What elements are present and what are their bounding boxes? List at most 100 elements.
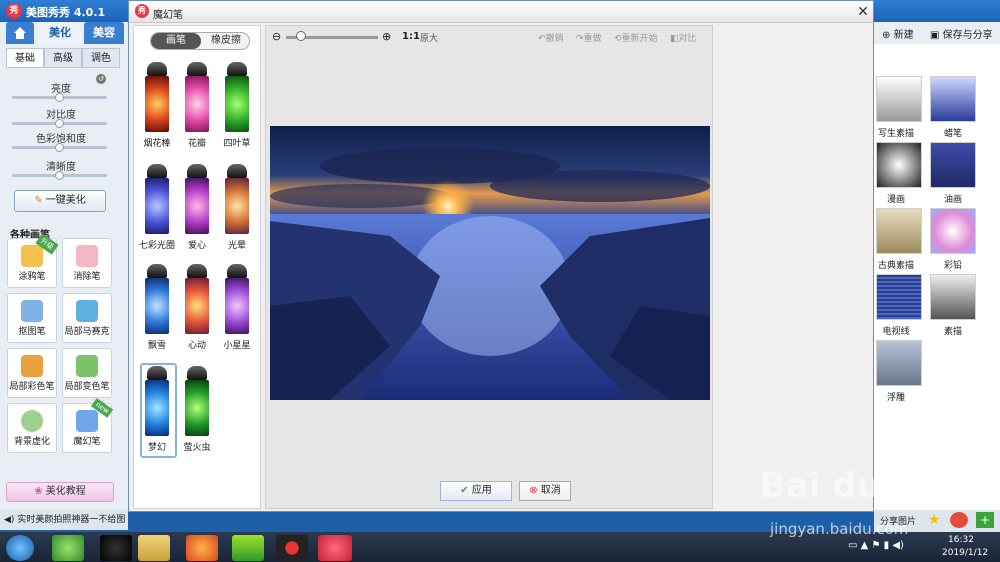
clock-time[interactable]: 16:32 [948,535,974,545]
effect-tv-lines[interactable] [876,274,922,320]
mode-brush-button[interactable]: 画笔 [151,33,201,49]
slider-contrast[interactable] [12,119,107,128]
mode-eraser-button[interactable]: 橡皮擦 [201,33,249,49]
brush-mosaic[interactable]: 局部马赛克 [62,293,112,343]
brush-magic[interactable]: 魔幻笔 new [62,398,114,453]
tab-beauty[interactable]: 美容 [84,22,124,44]
magic-pen-icon [76,410,98,432]
effect-classic-sketch[interactable] [876,208,922,254]
tab-beautify[interactable]: 美化 [38,22,82,44]
pen-cap [147,62,167,76]
firefox-icon[interactable] [186,535,218,561]
zoom-in-icon[interactable]: ⊕ [382,30,391,43]
folder-icon[interactable] [138,535,170,561]
pen-dream[interactable]: 梦幻 [138,366,176,453]
compare-button[interactable]: ◧对比 [670,31,697,44]
effect-comic[interactable] [876,142,922,188]
brush-label: 背景虚化 [13,437,50,447]
slider-sharpness[interactable] [12,171,107,180]
slider-brightness[interactable] [12,93,107,102]
effect-emboss[interactable] [876,340,922,386]
pen-snow[interactable]: 飘雪 [138,264,176,351]
effect-label: 电视线 [882,327,910,337]
tutorial-button[interactable]: ❀ 美化教程 [6,482,114,502]
effect-label: 漫画 [886,195,905,205]
pen-body [225,76,249,132]
star-icon[interactable]: ★ [928,512,941,528]
clock-date[interactable]: 2019/1/12 [942,548,988,558]
pen-petals[interactable]: 花瓣 [178,62,216,149]
slider-knob[interactable] [55,171,64,180]
baidu-watermark: Bai du 经验 [760,466,961,506]
pen-rainbow-halo[interactable]: 七彩光圈 [138,164,176,251]
effect-colored-pencil[interactable] [930,208,976,254]
new-button[interactable]: ⊕ 新建 [882,26,914,41]
subtab-color[interactable]: 调色 [82,48,120,68]
pen-cap [227,164,247,178]
apply-button[interactable]: ✔ 应用 [440,481,512,501]
effect-sketch[interactable] [876,76,922,122]
effect-crayon[interactable] [930,76,976,122]
pen-cap [227,62,247,76]
slider-saturation[interactable] [12,143,107,152]
apply-label: 应用 [471,485,492,496]
right-toolbar: ⊕ 新建 ▣ 保存与分享 [874,22,1000,44]
redo-button[interactable]: ↷重做 [576,31,602,44]
slider-knob[interactable] [55,143,64,152]
sub-tabs: 基础 高级 调色 [4,48,126,68]
effect-pencil-sketch[interactable] [930,274,976,320]
browser-icon[interactable] [52,535,84,561]
weibo-icon[interactable] [950,512,968,528]
pen-stars[interactable]: 小星星 [218,264,256,351]
video-app-icon[interactable] [232,535,264,561]
save-share-button[interactable]: ▣ 保存与分享 [930,26,993,41]
pen-halo[interactable]: 光晕 [218,164,256,251]
subtab-advanced[interactable]: 高级 [44,48,82,68]
pen-heart[interactable]: 爱心 [178,164,216,251]
brush-doodle[interactable]: 涂鸦笔 升级 [7,233,59,288]
undo-button[interactable]: ↶撤销 [538,31,564,44]
compare-label: 对比 [678,34,697,44]
app-title: 美图秀秀 4.0.1 [26,6,106,19]
brush-blur-bg[interactable]: 背景虚化 [7,403,57,453]
add-icon[interactable]: + [976,512,994,528]
restart-button[interactable]: ⟲重新开始 [614,31,658,44]
tray-icons[interactable]: ▭ ▲ ⚑ ▮ ◀) [848,540,904,551]
brush-local-color[interactable]: 局部彩色笔 [7,348,57,398]
edited-photo[interactable] [270,126,710,400]
pen-label: 四叶草 [223,139,251,149]
pen-cap [147,366,167,380]
pen-firefly[interactable]: 萤火虫 [178,366,216,453]
cancel-button[interactable]: ⊗ 取消 [519,481,571,501]
zoom-ratio[interactable]: 1:1 [402,31,420,42]
start-button[interactable] [6,535,34,561]
brush-cutout[interactable]: 抠图笔 [7,293,57,343]
pen-panel: 画笔 橡皮擦 烟花棒 花瓣 四叶草 七彩光圈 爱心 光晕 飘雪 心动 小星星 梦… [133,25,261,509]
slider-knob[interactable] [55,93,64,102]
subtab-basic[interactable]: 基础 [6,48,44,68]
effect-oil[interactable] [930,142,976,188]
zoom-slider-knob[interactable] [296,31,306,41]
color-brush-icon [21,355,43,377]
pen-clover[interactable]: 四叶草 [218,62,256,149]
pen-fireworks[interactable]: 烟花棒 [138,62,176,149]
zoom-out-icon[interactable]: ⊖ [272,30,281,43]
one-click-beautify-button[interactable]: ✎ 一键美化 [14,190,106,212]
footprint-icon: ❀ [34,486,43,497]
home-tab[interactable] [6,22,34,44]
brush-local-recolor[interactable]: 局部变色笔 [62,348,112,398]
recorder-icon[interactable] [276,535,308,561]
slider-knob[interactable] [55,119,64,128]
brush-eraser[interactable]: 消除笔 [62,238,112,288]
pen-cap [187,164,207,178]
meitu-taskbar-icon[interactable] [318,535,352,561]
pen-body [225,278,249,334]
close-icon[interactable]: ✕ [855,4,871,20]
qq-icon[interactable] [100,535,132,561]
zoom-original-label[interactable]: 原大 [420,31,438,44]
pen-heartbeat[interactable]: 心动 [178,264,216,351]
undo-icon: ↶ [538,34,546,44]
brush-label: 局部彩色笔 [9,382,55,392]
effect-label: 古典素描 [877,261,914,271]
pen-body [185,178,209,234]
